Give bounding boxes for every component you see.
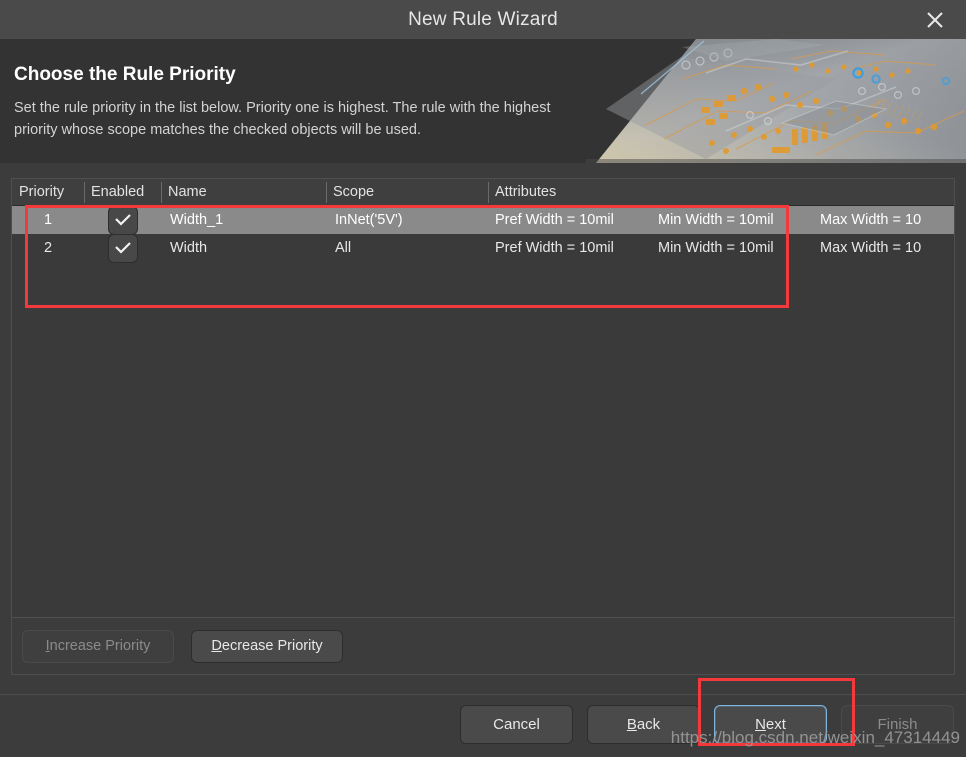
cell-attributes: Pref Width = 10mil Min Width = 10mil Max… bbox=[488, 206, 954, 234]
back-button-accel: B bbox=[626, 716, 637, 733]
cell-enabled bbox=[84, 205, 161, 235]
cell-scope: InNet('5V') bbox=[335, 212, 403, 228]
cell-priority: 1 bbox=[43, 212, 53, 228]
new-rule-wizard-dialog: New Rule Wizard Choose the Rule Priority… bbox=[0, 0, 966, 757]
check-icon bbox=[114, 241, 132, 255]
enabled-checkbox[interactable] bbox=[107, 233, 138, 263]
decrease-priority-accel: D bbox=[211, 638, 222, 654]
close-button[interactable] bbox=[904, 0, 966, 39]
attribute-pref-width: Pref Width = 10mil bbox=[495, 212, 614, 228]
column-header-attributes[interactable]: Attributes bbox=[488, 179, 556, 206]
cell-name: Width_1 bbox=[170, 212, 224, 228]
cell-enabled bbox=[84, 233, 161, 263]
increase-priority-label: ncrease Priority bbox=[49, 638, 151, 654]
attribute-min-width: Min Width = 10mil bbox=[658, 240, 774, 256]
watermark-text: https://blog.csdn.net/weixin_47314449 bbox=[670, 728, 960, 747]
table-row[interactable]: 1 Width_1 InNet('5V') Pref Width = 10mil… bbox=[12, 205, 954, 235]
cell-scope: All bbox=[335, 240, 352, 256]
table-header-row: Priority Enabled Name Scope Attributes bbox=[12, 179, 954, 206]
column-header-name[interactable]: Name bbox=[161, 179, 326, 206]
enabled-checkbox[interactable] bbox=[107, 205, 138, 235]
attribute-max-width: Max Width = 10 bbox=[820, 240, 922, 256]
attribute-max-width: Max Width = 10 bbox=[820, 212, 922, 228]
priority-button-bar: Increase Priority Decrease Priority bbox=[11, 618, 955, 675]
cell-name: Width bbox=[170, 240, 208, 256]
column-header-scope[interactable]: Scope bbox=[326, 179, 488, 206]
column-header-enabled[interactable]: Enabled bbox=[84, 179, 161, 206]
check-icon bbox=[114, 213, 132, 227]
window-title: New Rule Wizard bbox=[408, 8, 558, 30]
page-description: Set the rule priority in the list below.… bbox=[14, 100, 551, 138]
cell-attributes: Pref Width = 10mil Min Width = 10mil Max… bbox=[488, 234, 954, 262]
cancel-button-label: Cancel bbox=[493, 716, 540, 733]
rules-list-panel: Priority Enabled Name Scope Attributes 1 bbox=[11, 178, 955, 618]
attribute-pref-width: Pref Width = 10mil bbox=[495, 240, 614, 256]
title-bar: New Rule Wizard bbox=[0, 0, 966, 39]
close-icon bbox=[926, 11, 944, 29]
table-body: 1 Width_1 InNet('5V') Pref Width = 10mil… bbox=[12, 205, 954, 263]
increase-priority-button[interactable]: Increase Priority bbox=[22, 629, 174, 663]
decrease-priority-label: ecrease Priority bbox=[221, 638, 323, 654]
table-row[interactable]: 2 Width All Pref Width = 10mil Min Width… bbox=[12, 233, 954, 263]
pcb-banner-image bbox=[586, 39, 966, 163]
attribute-min-width: Min Width = 10mil bbox=[658, 212, 774, 228]
column-header-priority[interactable]: Priority bbox=[12, 179, 84, 206]
page-title: Choose the Rule Priority bbox=[14, 64, 236, 85]
wizard-header: Choose the Rule Priority Set the rule pr… bbox=[0, 39, 966, 163]
cell-priority: 2 bbox=[43, 240, 53, 256]
decrease-priority-button[interactable]: Decrease Priority bbox=[191, 629, 343, 663]
cancel-button[interactable]: Cancel bbox=[460, 705, 573, 744]
back-button-label: ack bbox=[636, 716, 661, 733]
